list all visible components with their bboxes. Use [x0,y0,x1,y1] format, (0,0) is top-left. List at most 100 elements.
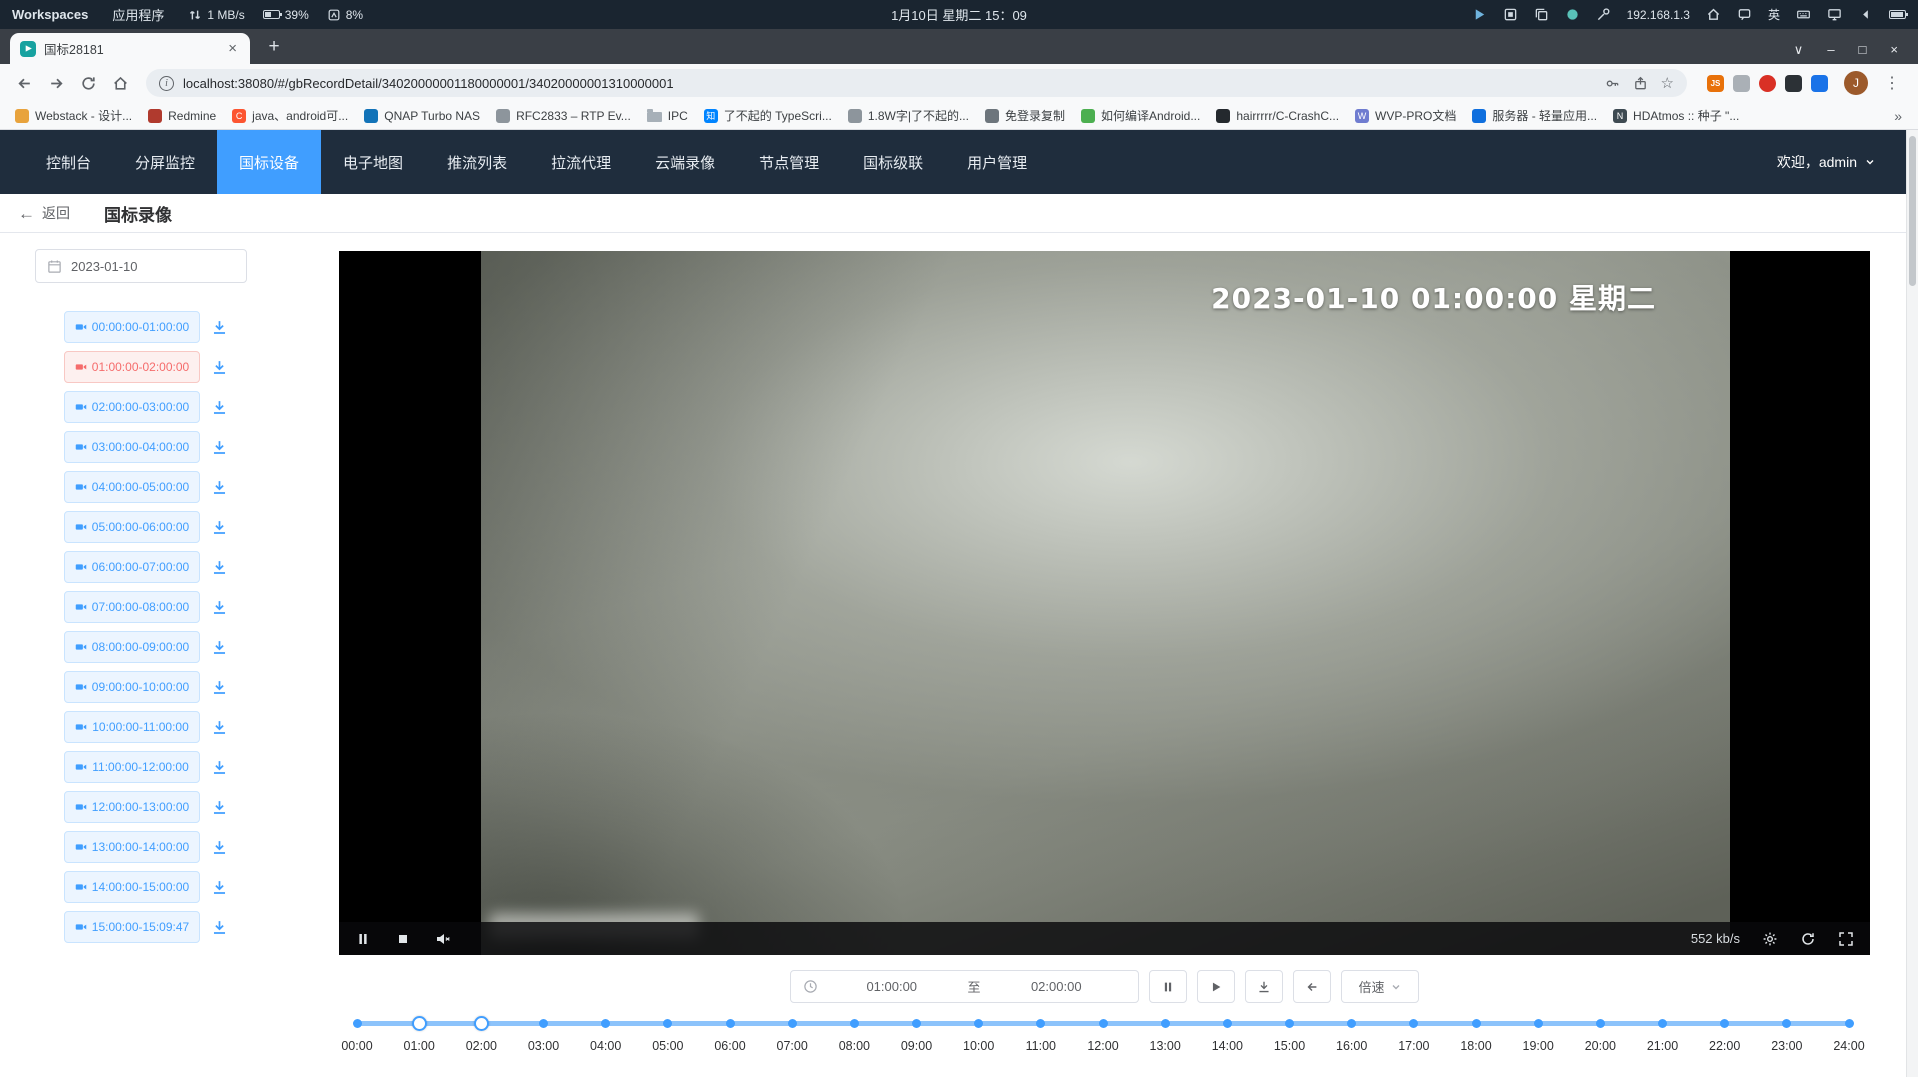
recording-item[interactable]: 06:00:00-07:00:00 [64,551,200,583]
nav-item-3[interactable]: 电子地图 [321,130,425,194]
timeline-tick[interactable] [1658,1019,1667,1028]
bookmark-item[interactable]: Webstack - 设计... [8,104,139,127]
extension-icon[interactable] [1785,75,1802,92]
fullscreen-icon[interactable] [1838,931,1854,947]
timeline-tick[interactable] [788,1019,797,1028]
profile-avatar[interactable]: J [1844,71,1868,95]
tools-icon[interactable] [1596,7,1611,22]
recording-item[interactable]: 07:00:00-08:00:00 [64,591,200,623]
timeline-handle[interactable] [474,1016,489,1031]
recording-item[interactable]: 05:00:00-06:00:00 [64,511,200,543]
nav-item-2[interactable]: 国标设备 [217,130,321,194]
extension-icon[interactable] [1759,75,1776,92]
nav-item-8[interactable]: 国标级联 [841,130,945,194]
bookmark-item[interactable]: 免登录复制 [978,104,1072,127]
download-icon[interactable] [211,759,228,776]
window-close-button[interactable]: × [1890,43,1898,56]
nav-item-5[interactable]: 拉流代理 [529,130,633,194]
recording-item[interactable]: 00:00:00-01:00:00 [64,311,200,343]
timeline-tick[interactable] [1534,1019,1543,1028]
nav-item-1[interactable]: 分屏监控 [113,130,217,194]
bookmark-item[interactable]: RFC2833 – RTP Ev... [489,106,638,126]
video-player[interactable]: 2023-01-10 01:00:00 星期二 552 kb/s [339,251,1870,955]
bookmark-item[interactable]: 如何编译Android... [1074,104,1207,127]
password-key-icon[interactable] [1605,76,1620,91]
extension-icon[interactable] [1811,75,1828,92]
settings-gear-icon[interactable] [1762,931,1778,947]
site-info-icon[interactable]: i [159,76,174,91]
recording-item[interactable]: 03:00:00-04:00:00 [64,431,200,463]
recording-item[interactable]: 04:00:00-05:00:00 [64,471,200,503]
download-icon[interactable] [211,559,228,576]
nav-item-9[interactable]: 用户管理 [945,130,1049,194]
range-start-time[interactable]: 01:00:00 [822,979,962,994]
window-maximize-button[interactable]: □ [1859,43,1867,56]
recording-item[interactable]: 13:00:00-14:00:00 [64,831,200,863]
bookmarks-overflow-icon[interactable]: » [1886,108,1910,124]
bookmark-item[interactable]: 知了不起的 TypeScri... [697,104,839,127]
keyboard-icon[interactable] [1796,7,1811,22]
download-icon[interactable] [211,719,228,736]
applications-button[interactable]: 应用程序 [112,5,164,24]
timeline-tick[interactable] [1596,1019,1605,1028]
download-icon[interactable] [211,919,228,936]
tray-arrow-icon[interactable] [1858,7,1873,22]
nav-item-7[interactable]: 节点管理 [737,130,841,194]
timeline-tick[interactable] [912,1019,921,1028]
download-icon[interactable] [211,879,228,896]
media-play-icon[interactable] [1472,7,1487,22]
ip-address[interactable]: 192.168.1.3 [1627,8,1690,22]
back-nav-icon[interactable] [10,69,38,97]
scrollbar-thumb[interactable] [1909,136,1916,286]
timeline-track[interactable] [357,1021,1849,1026]
chat-icon[interactable] [1737,7,1752,22]
url-text[interactable]: localhost:38080/#/gbRecordDetail/3402000… [183,76,1596,91]
forward-nav-icon[interactable] [42,69,70,97]
nav-item-6[interactable]: 云端录像 [633,130,737,194]
timeline-tick[interactable] [1720,1019,1729,1028]
download-icon[interactable] [211,319,228,336]
download-icon[interactable] [211,599,228,616]
download-icon[interactable] [211,679,228,696]
timeline-tick[interactable] [974,1019,983,1028]
nav-item-4[interactable]: 推流列表 [425,130,529,194]
bookmark-item[interactable]: QNAP Turbo NAS [357,106,487,126]
download-icon[interactable] [211,639,228,656]
extension-icon[interactable] [1733,75,1750,92]
recording-item[interactable]: 11:00:00-12:00:00 [64,751,200,783]
timeline-tick[interactable] [663,1019,672,1028]
window-minimize-button[interactable]: – [1827,43,1834,56]
tab-close-icon[interactable]: × [225,40,240,57]
download-icon[interactable] [211,799,228,816]
recording-item[interactable]: 02:00:00-03:00:00 [64,391,200,423]
recording-item[interactable]: 10:00:00-11:00:00 [64,711,200,743]
bookmark-item[interactable]: IPC [640,106,695,126]
bookmark-item[interactable]: hairrrrr/C-CrashC... [1209,106,1346,126]
time-range-input[interactable]: 01:00:00 至 02:00:00 [790,970,1139,1003]
timeline-tick[interactable] [1845,1019,1854,1028]
timeline-tick[interactable] [601,1019,610,1028]
extension-icon[interactable]: JS [1707,75,1724,92]
bookmark-item[interactable]: Redmine [141,106,223,126]
capture-icon[interactable] [1503,7,1518,22]
recording-item[interactable]: 14:00:00-15:00:00 [64,871,200,903]
recording-item[interactable]: 08:00:00-09:00:00 [64,631,200,663]
timeline-slider[interactable]: 00:0001:0002:0003:0004:0005:0006:0007:00… [357,1009,1849,1069]
bookmark-star-icon[interactable]: ☆ [1661,76,1674,91]
copy-icon[interactable] [1534,7,1549,22]
ime-indicator[interactable]: 英 [1768,6,1780,23]
recording-item[interactable]: 12:00:00-13:00:00 [64,791,200,823]
range-end-time[interactable]: 02:00:00 [987,979,1127,994]
mute-button[interactable] [435,931,451,947]
speed-dropdown[interactable]: 倍速 [1341,970,1419,1003]
pause-overlay-button[interactable] [355,931,371,947]
play-button[interactable] [1197,970,1235,1003]
stop-button[interactable] [395,931,411,947]
recording-item[interactable]: 09:00:00-10:00:00 [64,671,200,703]
bookmark-item[interactable]: 服务器 - 轻量应用... [1465,104,1604,127]
browser-home-icon[interactable] [106,69,134,97]
nav-item-0[interactable]: 控制台 [24,130,113,194]
timeline-tick[interactable] [1409,1019,1418,1028]
bookmark-item[interactable]: NHDAtmos :: 种子 "... [1606,104,1746,127]
pause-button[interactable] [1149,970,1187,1003]
